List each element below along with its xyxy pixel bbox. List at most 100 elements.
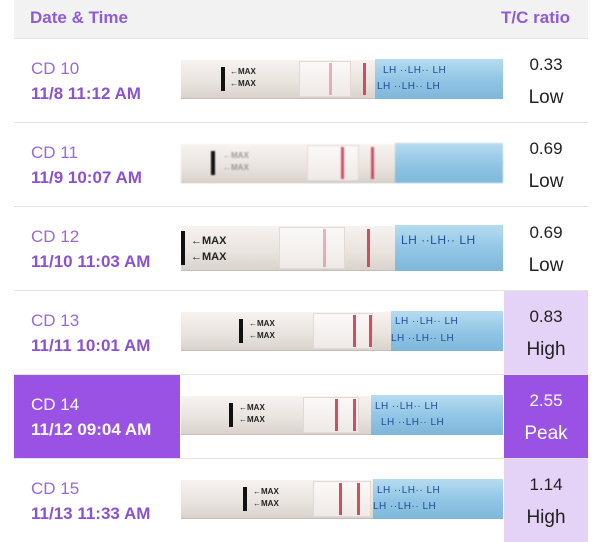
cycle-day-label: CD 13 <box>31 311 80 330</box>
brand-print: LH ··LH·· LH <box>377 485 441 496</box>
hormone-level-label: Low <box>528 255 564 276</box>
max-marker: ←MAX <box>223 163 249 172</box>
cycle-day-label: CD 10 <box>31 59 80 78</box>
hormone-level-label: Peak <box>524 423 568 444</box>
result-window <box>313 481 371 517</box>
max-marker: ←MAX <box>191 235 227 247</box>
test-date-time: 11/10 11:03 AM <box>31 252 151 271</box>
test-strip-image[interactable]: ←MAX ←MAX LH ··LH·· LH <box>181 225 503 271</box>
date-time-cell: CD 14 11/12 09:04 AM <box>14 375 180 458</box>
test-date-time: 11/9 10:07 AM <box>31 168 142 187</box>
tc-ratio-cell: 0.83 High <box>504 291 588 374</box>
strip-handle-mark <box>239 319 243 343</box>
cycle-day-label: CD 15 <box>31 479 80 498</box>
control-line <box>353 399 356 431</box>
test-row[interactable]: CD 15 11/13 11:33 AM ←MAX ←MAX LH ··LH··… <box>14 459 588 542</box>
date-time-cell: CD 13 11/11 10:01 AM <box>14 291 180 374</box>
result-window <box>307 145 359 181</box>
strip-wrapper <box>395 143 503 183</box>
control-line <box>357 483 360 515</box>
tc-ratio-cell: 0.69 Low <box>504 123 588 206</box>
tc-ratio-cell: 2.55 Peak <box>504 375 588 458</box>
test-line <box>339 483 342 515</box>
max-marker: ←MAX <box>239 415 265 424</box>
brand-print: LH ··LH·· LH <box>375 401 439 412</box>
test-row-selected[interactable]: CD 14 11/12 09:04 AM ←MAX ←MAX LH ··LH··… <box>14 375 588 459</box>
brand-print: LH ··LH·· LH <box>391 333 455 344</box>
brand-print: LH ··LH·· LH <box>401 233 476 247</box>
tc-ratio-value: 1.14 <box>529 475 563 494</box>
date-time-cell: CD 15 11/13 11:33 AM <box>14 459 180 542</box>
cycle-day-label: CD 11 <box>31 143 78 162</box>
hormone-level-label: Low <box>528 87 564 108</box>
test-date-time: 11/12 09:04 AM <box>31 420 152 439</box>
tc-ratio-cell: 0.33 Low <box>504 39 588 122</box>
test-strip-image[interactable]: ←MAX ←MAX LH ··LH·· LH LH ··LH·· LH <box>181 395 503 435</box>
hormone-level-label: High <box>526 339 566 360</box>
test-line <box>323 229 326 267</box>
date-time-cell: CD 10 11/8 11:12 AM <box>14 39 180 122</box>
strip-wrapper: LH ··LH·· LH LH ··LH·· LH <box>371 395 503 435</box>
max-marker: ←MAX <box>191 251 227 263</box>
result-window <box>303 397 359 433</box>
strip-wrapper: LH ··LH·· LH LH ··LH·· LH <box>375 59 503 99</box>
control-line <box>363 63 366 95</box>
strip-handle-mark <box>181 231 185 265</box>
brand-print: LH ··LH·· LH <box>381 417 445 428</box>
tc-ratio-value: 0.83 <box>529 307 563 326</box>
tc-ratio-column-header[interactable]: T/C ratio <box>501 8 570 28</box>
test-date-time: 11/13 11:33 AM <box>31 504 151 523</box>
tc-ratio-value: 2.55 <box>529 391 563 410</box>
cycle-day-label: CD 14 <box>31 395 80 414</box>
brand-print: LH ··LH·· LH <box>395 316 459 327</box>
strip-wrapper: LH ··LH·· LH LH ··LH·· LH <box>391 311 503 351</box>
control-line <box>367 229 370 267</box>
tc-ratio-value: 0.69 <box>529 139 563 158</box>
date-time-column-header[interactable]: Date & Time <box>30 8 128 28</box>
max-marker: ←MAX <box>223 151 249 160</box>
result-window <box>279 227 345 269</box>
test-line <box>341 147 344 179</box>
strip-wrapper: LH ··LH·· LH LH ··LH·· LH <box>373 479 503 519</box>
brand-print: LH ··LH·· LH <box>383 65 447 76</box>
test-line <box>335 399 338 431</box>
max-marker: ←MAX <box>253 487 279 496</box>
strip-wrapper: LH ··LH·· LH <box>395 225 503 271</box>
test-strip-image[interactable]: ←MAX ←MAX LH ··LH·· LH LH ··LH·· LH <box>181 311 503 351</box>
strip-handle-mark <box>221 67 225 91</box>
tc-ratio-value: 0.69 <box>529 223 563 242</box>
test-line <box>353 315 356 347</box>
control-line <box>371 147 374 179</box>
test-row[interactable]: CD 13 11/11 10:01 AM ←MAX ←MAX LH ··LH··… <box>14 291 588 375</box>
test-strip-image[interactable]: ←MAX ←MAX <box>181 143 503 183</box>
date-time-cell: CD 12 11/10 11:03 AM <box>14 207 180 290</box>
brand-print: LH ··LH·· LH <box>373 501 437 512</box>
cycle-day-label: CD 12 <box>31 227 80 246</box>
hormone-level-label: High <box>526 507 566 528</box>
hormone-level-label: Low <box>528 171 564 192</box>
max-marker: ←MAX <box>253 499 279 508</box>
list-header: Date & Time T/C ratio <box>14 0 588 39</box>
test-strip-image[interactable]: ←MAX ←MAX LH ··LH·· LH LH ··LH·· LH <box>181 479 503 519</box>
control-line <box>369 315 372 347</box>
date-time-cell: CD 11 11/9 10:07 AM <box>14 123 180 206</box>
test-strip-image[interactable]: ←MAX ←MAX LH ··LH·· LH LH ··LH·· LH <box>181 59 503 99</box>
test-row[interactable]: CD 12 11/10 11:03 AM ←MAX ←MAX LH ··LH··… <box>14 207 588 291</box>
strip-handle-mark <box>229 403 233 427</box>
strip-handle-mark <box>211 151 215 175</box>
max-marker: ←MAX <box>230 67 256 76</box>
test-row[interactable]: CD 10 11/8 11:12 AM ←MAX ←MAX LH ··LH·· … <box>14 39 588 123</box>
test-date-time: 11/8 11:12 AM <box>31 84 141 103</box>
tc-ratio-value: 0.33 <box>529 55 563 74</box>
test-line <box>329 63 332 95</box>
tc-ratio-cell: 0.69 Low <box>504 207 588 290</box>
tc-ratio-cell: 1.14 High <box>504 459 588 542</box>
test-row[interactable]: CD 11 11/9 10:07 AM ←MAX ←MAX 0.69 Low <box>14 123 588 207</box>
max-marker: ←MAX <box>249 331 275 340</box>
strip-handle-mark <box>243 487 247 511</box>
test-date-time: 11/11 10:01 AM <box>31 336 151 355</box>
result-window <box>313 313 373 349</box>
max-marker: ←MAX <box>249 319 275 328</box>
max-marker: ←MAX <box>239 403 265 412</box>
result-window <box>299 61 351 97</box>
